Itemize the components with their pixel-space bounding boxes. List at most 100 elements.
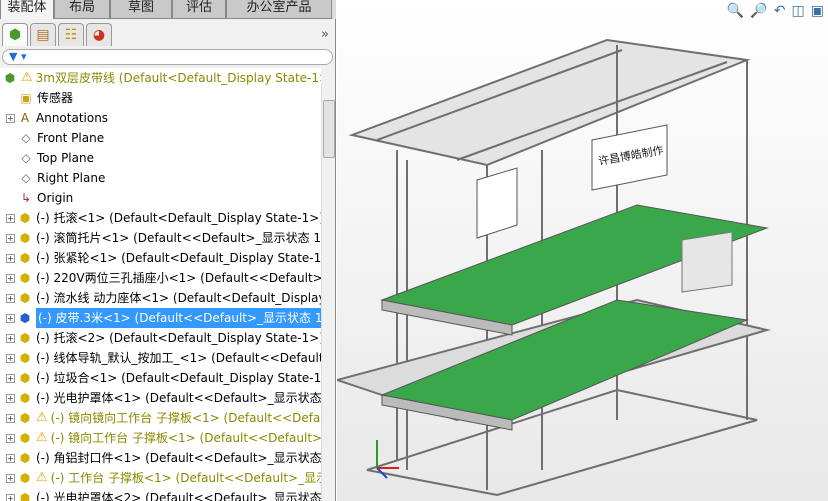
- expand-icon[interactable]: +: [6, 493, 15, 501]
- tree-item-label: Top Plane: [37, 151, 94, 165]
- tree-item-label: (-) 垃圾合<1> (Default<Default_Display Stat…: [36, 371, 321, 385]
- origin-icon: ↳: [20, 191, 32, 205]
- tree-item-label: (-) 托滚<2> (Default<Default_Display State…: [36, 331, 321, 345]
- tree-item-label: (-) 流水线 动力座体<1> (Default<Default_Display: [36, 291, 321, 305]
- expand-icon[interactable]: +: [6, 353, 15, 363]
- expand-icon[interactable]: +: [6, 213, 15, 223]
- sensor-folder-icon: ▣: [20, 91, 32, 105]
- feature-tree: ⬢ ⚠ 3m双层皮带线 (Default<Default_Display State…: [0, 68, 321, 501]
- tree-item-label: (-) 镜向工作台 子撑板<1> (Default<<Default>_: [50, 431, 321, 445]
- subassembly-icon: ⬢: [19, 211, 31, 225]
- feature-manager-icon[interactable]: ⬢: [2, 23, 28, 46]
- annotations-icon: A: [20, 111, 30, 125]
- tree-item-label: Right Plane: [37, 171, 106, 185]
- part-icon: ⬢: [19, 411, 31, 425]
- part-icon: ⬢: [19, 391, 31, 405]
- expand-icon[interactable]: +: [6, 393, 15, 403]
- tree-item[interactable]: + ⬢ (-) 张紧轮<1> (Default<Default_Display St…: [6, 248, 321, 268]
- expand-icon[interactable]: +: [6, 273, 15, 283]
- property-manager-icon[interactable]: ▤: [30, 23, 56, 46]
- tree-root[interactable]: ⬢ ⚠ 3m双层皮带线 (Default<Default_Display State…: [2, 68, 321, 88]
- tree-item[interactable]: ◇ Right Plane: [18, 168, 105, 188]
- tree-item-label: (-) 滚筒托片<1> (Default<<Default>_显示状态 1>: [36, 231, 321, 245]
- filter-icon: ▼ ▾: [9, 50, 27, 63]
- tree-scrollbar[interactable]: [321, 84, 335, 501]
- coordinate-triad: [376, 440, 399, 479]
- expand-icon[interactable]: +: [6, 473, 15, 483]
- expand-icon[interactable]: +: [6, 233, 15, 243]
- tree-item[interactable]: + ⬢ (-) 线体导轨_默认_按加工_<1> (Default<<Default>: [6, 348, 321, 368]
- tree-item[interactable]: + ⬢ (-) 托滚<1> (Default<Default_Display Sta…: [6, 208, 321, 228]
- tree-item[interactable]: + ⬢ ⚠ (-) 镜向工作台 子撑板<1> (Default<<Default>_: [6, 428, 321, 448]
- tab-2[interactable]: 草图: [110, 0, 172, 19]
- feature-manager-panel: 装配体 布局 草图 评估 办公室产品 ⬢ ▤ ☷ ◕ » ▼ ▾ ⬢ ⚠ 3m双层皮带线 (Def…: [0, 0, 336, 501]
- tree-item-label: (-) 张紧轮<1> (Default<Default_Display Stat…: [36, 251, 321, 265]
- subassembly-icon: ⬢: [19, 291, 31, 305]
- expand-icon[interactable]: +: [6, 453, 15, 463]
- tree-item-label: Front Plane: [37, 131, 105, 145]
- tree-item-label: Annotations: [36, 111, 109, 125]
- warning-icon: ⚠: [36, 430, 48, 445]
- tree-item[interactable]: ◇ Front Plane: [18, 128, 104, 148]
- tab-3[interactable]: 评估: [172, 0, 226, 19]
- part-icon: ⬢: [19, 231, 31, 245]
- tree-item[interactable]: + A Annotations: [6, 108, 108, 128]
- tree-item[interactable]: + ⬢ (-) 光电护罩体<2> (Default<<Default>_显示状态 1: [6, 488, 321, 501]
- command-tabs: 装配体 布局 草图 评估 办公室产品: [0, 0, 336, 19]
- assembly-icon: ⬢: [4, 71, 16, 85]
- configuration-manager-icon[interactable]: ☷: [58, 23, 84, 46]
- tree-item[interactable]: + ⬢ (-) 220V两位三孔插座小<1> (Default<<Default>_: [6, 268, 321, 288]
- tree-filter-input[interactable]: ▼ ▾: [2, 49, 333, 65]
- tree-item-label: (-) 220V两位三孔插座小<1> (Default<<Default>_: [36, 271, 321, 285]
- more-tabs-button[interactable]: »: [321, 27, 329, 42]
- expand-icon[interactable]: +: [6, 313, 15, 323]
- tree-item-label: (-) 光电护罩体<2> (Default<<Default>_显示状态 1: [36, 491, 321, 501]
- tree-item-label: 3m双层皮带线 (Default<Default_Display State-1…: [35, 71, 321, 85]
- tab-1[interactable]: 布局: [54, 0, 110, 19]
- expand-icon[interactable]: +: [6, 113, 15, 123]
- part-icon: ⬢: [19, 271, 31, 285]
- tree-item[interactable]: + ⬢ ⚠ (-) 镜向镜向工作台 子撑板<1> (Default<<Defa: [6, 408, 320, 428]
- part-icon: ⬢: [19, 471, 31, 485]
- tree-item[interactable]: ↳ Origin: [18, 188, 73, 208]
- tree-item[interactable]: + ⬢ (-) 皮带.3米<1> (Default<<Default>_显示状态 1…: [6, 308, 321, 328]
- tree-item-label: (-) 皮带.3米<1> (Default<<Default>_显示状态 1>: [36, 308, 321, 328]
- tree-item[interactable]: + ⬢ (-) 光电护罩体<1> (Default<<Default>_显示状态 1: [6, 388, 321, 408]
- tree-item-label: (-) 线体导轨_默认_按加工_<1> (Default<<Default>: [36, 351, 321, 365]
- conveyor-model: 许昌博皓制作: [337, 38, 771, 497]
- tab-4[interactable]: 办公室产品: [226, 0, 332, 19]
- plane-icon: ◇: [21, 151, 31, 165]
- tree-item-label: (-) 角铝封口件<1> (Default<<Default>_显示状态 1: [36, 451, 321, 465]
- tree-item[interactable]: ◇ Top Plane: [18, 148, 94, 168]
- expand-icon[interactable]: +: [6, 253, 15, 263]
- tree-item-label: 传感器: [37, 91, 74, 105]
- tab-0[interactable]: 装配体: [0, 0, 54, 19]
- plane-icon: ◇: [21, 171, 31, 185]
- tree-item[interactable]: + ⬢ ⚠ (-) 工作台 子撑板<1> (Default<<Default>_显示: [6, 468, 321, 488]
- part-icon: ⬢: [19, 351, 31, 365]
- expand-icon[interactable]: +: [6, 333, 15, 343]
- scrollbar-thumb[interactable]: [323, 100, 335, 158]
- panel-tabs: ⬢ ▤ ☷ ◕: [0, 23, 336, 47]
- tree-item[interactable]: + ⬢ (-) 角铝封口件<1> (Default<<Default>_显示状态 1: [6, 448, 321, 468]
- expand-icon[interactable]: +: [6, 293, 15, 303]
- tree-item-label: Origin: [37, 191, 74, 205]
- expand-icon[interactable]: +: [6, 433, 15, 443]
- expand-icon[interactable]: +: [6, 373, 15, 383]
- tree-item[interactable]: + ⬢ (-) 垃圾合<1> (Default<Default_Display St…: [6, 368, 321, 388]
- subassembly-icon: ⬢: [19, 371, 31, 385]
- display-manager-icon[interactable]: ◕: [86, 23, 112, 46]
- plane-icon: ◇: [21, 131, 31, 145]
- tree-item[interactable]: ▣ 传感器: [18, 88, 73, 108]
- tree-item[interactable]: + ⬢ (-) 滚筒托片<1> (Default<<Default>_显示状态 1>: [6, 228, 321, 248]
- tree-item-label: (-) 光电护罩体<1> (Default<<Default>_显示状态 1: [36, 391, 321, 405]
- tree-item-label: (-) 工作台 子撑板<1> (Default<<Default>_显示: [50, 471, 321, 485]
- expand-icon[interactable]: +: [6, 413, 15, 423]
- warning-icon: ⚠: [36, 410, 48, 425]
- tree-item[interactable]: + ⬢ (-) 托滚<2> (Default<Default_Display Sta…: [6, 328, 321, 348]
- warning-icon: ⚠: [36, 470, 48, 485]
- tree-item-label: (-) 托滚<1> (Default<Default_Display State…: [36, 211, 321, 225]
- tree-item[interactable]: + ⬢ (-) 流水线 动力座体<1> (Default<Default_Displ…: [6, 288, 321, 308]
- warning-icon: ⚠: [21, 70, 33, 85]
- graphics-viewport[interactable]: 🔍 🔎 ↶ ◫ ▣ 许昌博皓制作: [337, 0, 828, 501]
